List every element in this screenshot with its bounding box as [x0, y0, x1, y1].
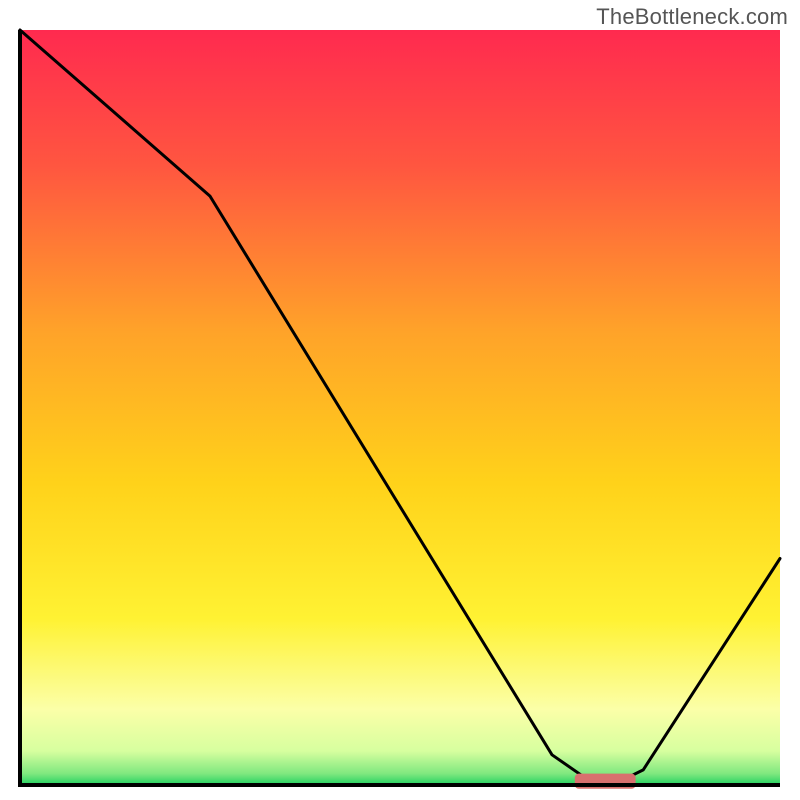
- bottleneck-chart: [0, 0, 800, 800]
- watermark-text: TheBottleneck.com: [596, 4, 788, 30]
- plot-background: [20, 30, 780, 785]
